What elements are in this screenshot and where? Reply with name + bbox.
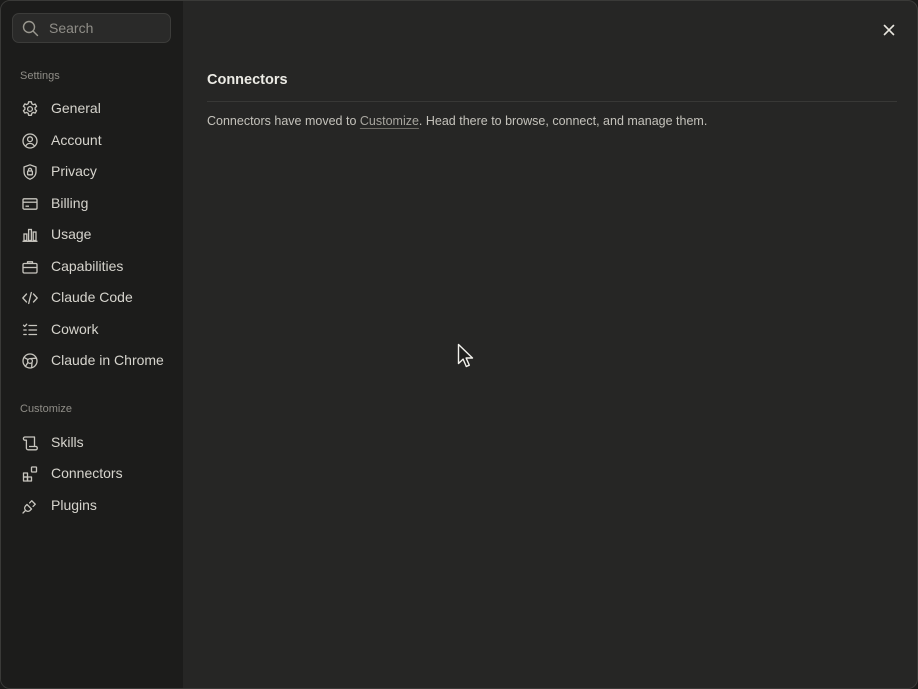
moved-notice: Connectors have moved to Customize. Head… <box>207 114 707 128</box>
sidebar-item-capabilities[interactable]: Capabilities <box>13 253 173 281</box>
search-input[interactable] <box>49 18 164 38</box>
settings-window: Settings General Account <box>0 0 918 689</box>
customize-section-label: Customize <box>20 403 72 415</box>
user-circle-icon <box>21 132 39 150</box>
sidebar-item-label: Capabilities <box>51 258 124 274</box>
page-title: Connectors <box>207 72 288 88</box>
sidebar-item-label: Billing <box>51 195 89 211</box>
shield-lock-icon <box>21 163 39 181</box>
sidebar-item-label: Skills <box>51 434 84 450</box>
plug-icon <box>21 497 39 515</box>
sidebar-item-label: Privacy <box>51 163 97 179</box>
credit-card-icon <box>21 195 39 213</box>
scroll-icon <box>21 434 39 452</box>
close-button[interactable] <box>878 19 900 41</box>
code-icon <box>21 289 39 307</box>
sidebar-item-label: Account <box>51 132 102 148</box>
checklist-icon <box>21 321 39 339</box>
sidebar-item-label: Claude Code <box>51 289 133 305</box>
briefcase-icon <box>21 258 39 276</box>
blocks-icon <box>21 465 39 483</box>
notice-text-prefix: Connectors have moved to <box>207 114 360 128</box>
sidebar-item-plugins[interactable]: Plugins <box>13 492 173 520</box>
gear-icon <box>21 100 39 118</box>
bar-chart-icon <box>21 226 39 244</box>
sidebar-item-account[interactable]: Account <box>13 127 173 155</box>
search-box[interactable] <box>12 13 171 43</box>
settings-section-label: Settings <box>20 70 60 82</box>
sidebar-item-label: Usage <box>51 226 92 242</box>
sidebar-item-general[interactable]: General <box>13 95 173 123</box>
sidebar-item-label: Claude in Chrome <box>51 352 164 368</box>
sidebar-item-usage[interactable]: Usage <box>13 221 173 249</box>
close-icon <box>878 19 900 41</box>
sidebar-item-billing[interactable]: Billing <box>13 190 173 218</box>
customize-link[interactable]: Customize <box>360 114 419 128</box>
sidebar-item-label: General <box>51 100 101 116</box>
main-panel: Connectors Connectors have moved to Cust… <box>183 1 917 688</box>
sidebar-item-connectors[interactable]: Connectors <box>13 460 173 488</box>
sidebar-item-cowork[interactable]: Cowork <box>13 316 173 344</box>
sidebar-item-skills[interactable]: Skills <box>13 429 173 457</box>
sidebar-item-claude-code[interactable]: Claude Code <box>13 284 173 312</box>
title-divider <box>207 101 897 102</box>
globe-icon <box>21 352 39 370</box>
notice-text-suffix: . Head there to browse, connect, and man… <box>418 114 708 128</box>
sidebar-item-claude-in-chrome[interactable]: Claude in Chrome <box>13 347 173 375</box>
sidebar-item-label: Connectors <box>51 465 123 481</box>
sidebar-item-label: Cowork <box>51 321 99 337</box>
sidebar-item-privacy[interactable]: Privacy <box>13 158 173 186</box>
sidebar-item-label: Plugins <box>51 497 97 513</box>
search-icon <box>22 20 39 37</box>
mouse-cursor <box>457 343 477 369</box>
sidebar: Settings General Account <box>1 1 183 688</box>
